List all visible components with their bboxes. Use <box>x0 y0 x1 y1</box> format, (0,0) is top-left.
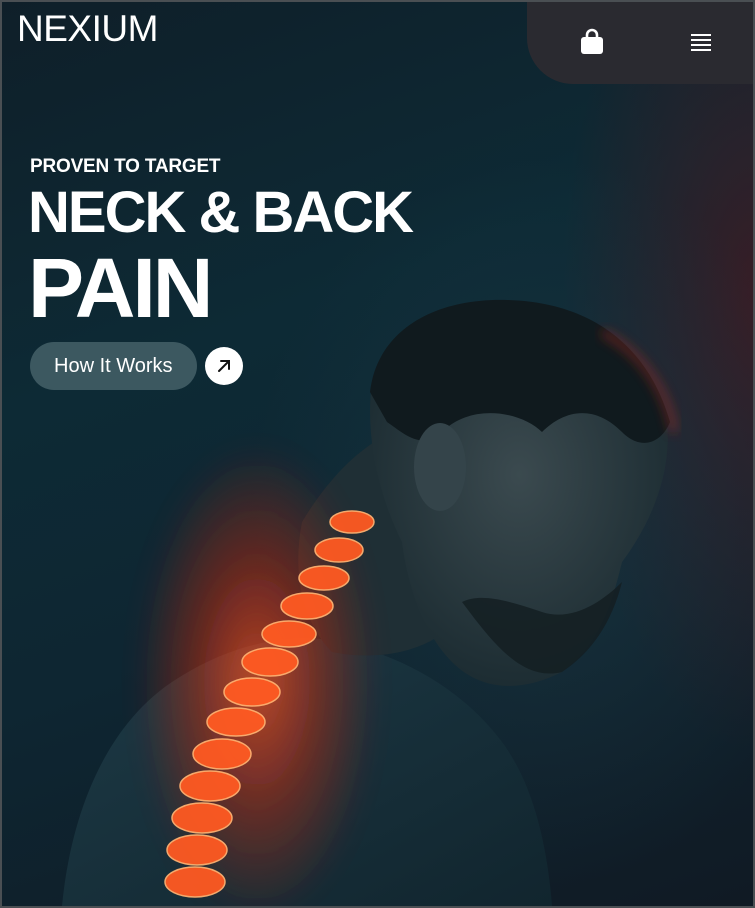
arrow-up-right-icon <box>217 360 230 372</box>
hero-page: NEXIUM PROVEN TO TARGET NECK & BACK PAIN… <box>0 0 755 908</box>
brand-logo[interactable]: NEXIUM <box>17 8 158 50</box>
hero-headline-line1: NECK & BACK <box>28 180 414 245</box>
how-it-works-button[interactable]: How It Works <box>30 342 197 390</box>
menu-button[interactable] <box>681 22 721 62</box>
hero-image-man-glowing-spine <box>62 299 677 906</box>
hero-eyebrow: PROVEN TO TARGET <box>30 156 221 177</box>
hamburger-menu-icon <box>690 34 711 51</box>
cart-button[interactable] <box>572 22 612 62</box>
how-it-works-cta: How It Works <box>30 342 243 390</box>
shopping-bag-icon <box>580 28 603 54</box>
header-nav-panel <box>527 2 753 84</box>
how-it-works-arrow-button[interactable] <box>204 347 243 385</box>
hero-headline-line2: PAIN <box>28 241 213 335</box>
